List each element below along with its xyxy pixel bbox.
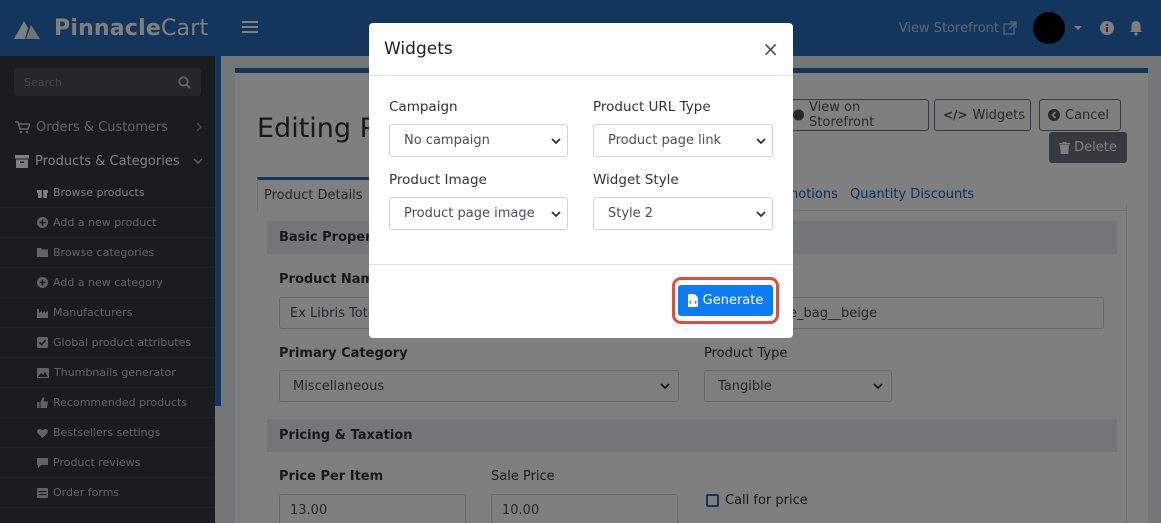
widgets-modal: Widgets × Campaign No campaign Product U… — [369, 23, 793, 338]
chevron-down-icon — [756, 137, 766, 144]
widget-style-label: Widget Style — [593, 172, 679, 188]
product-url-type-select[interactable]: Product page link — [593, 124, 773, 157]
chevron-down-icon — [756, 210, 766, 217]
close-icon[interactable]: × — [762, 39, 779, 59]
campaign-label: Campaign — [389, 99, 458, 115]
generate-label: Generate — [702, 293, 764, 308]
modal-footer-divider — [369, 264, 793, 265]
product-url-type-value: Product page link — [608, 133, 722, 148]
chevron-down-icon — [551, 137, 561, 144]
widget-style-value: Style 2 — [608, 206, 654, 221]
generate-button[interactable]: Generate — [678, 285, 773, 316]
modal-title: Widgets — [384, 39, 453, 59]
product-url-type-label: Product URL Type — [593, 99, 711, 115]
product-image-value: Product page image — [404, 206, 535, 221]
campaign-select[interactable]: No campaign — [389, 124, 568, 157]
product-image-select[interactable]: Product page image — [389, 197, 568, 230]
file-code-icon — [687, 294, 698, 307]
modal-header: Widgets × — [369, 23, 793, 76]
product-image-label: Product Image — [389, 172, 487, 188]
widget-style-select[interactable]: Style 2 — [593, 197, 773, 230]
chevron-down-icon — [551, 210, 561, 217]
campaign-value: No campaign — [404, 133, 490, 148]
